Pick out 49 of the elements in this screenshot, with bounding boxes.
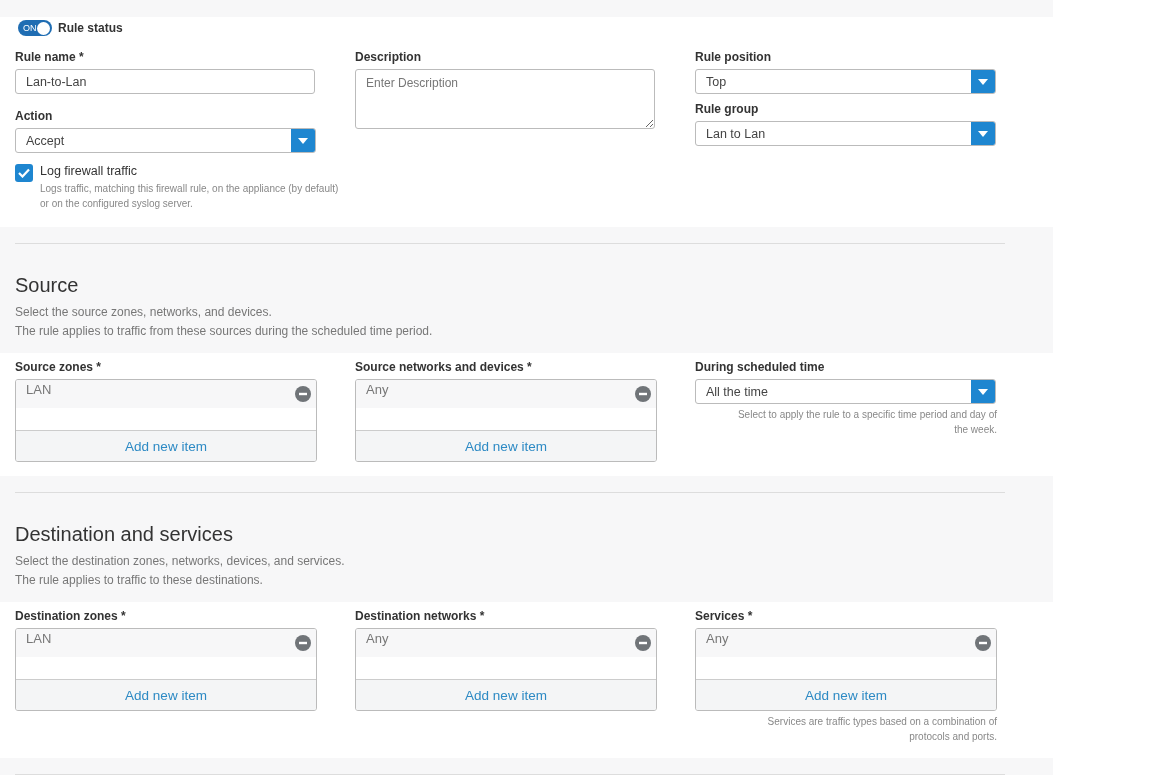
dropdown[interactable]: Accept (15, 128, 316, 153)
help-text: Select to apply the rule to a specific time period and day of the week. (736, 408, 997, 437)
dropdown[interactable]: All the time (695, 379, 996, 404)
add-item-button[interactable]: Add new item (696, 680, 996, 710)
section-title: Destination and services (15, 523, 234, 546)
checkbox-label: Log firewall traffic (40, 164, 139, 178)
field-label: Rule name * (15, 50, 85, 64)
description-textarea[interactable]: Enter Description (355, 69, 655, 129)
remove-icon[interactable] (635, 635, 651, 651)
add-item-button[interactable]: Add new item (356, 680, 656, 710)
section-description: Select the source zones, networks, and devices. (15, 304, 273, 321)
caret-icon (298, 137, 308, 144)
field-label: Rule group (695, 102, 760, 116)
section-description: Select the destination zones, networks, devices, and services. (15, 553, 346, 570)
field-label: Destination networks * (355, 609, 486, 623)
remove-icon[interactable] (975, 635, 991, 651)
dropdown[interactable]: Lan to Lan (695, 121, 996, 146)
add-item-button[interactable]: Add new item (16, 680, 316, 710)
section-description: The rule applies to traffic to these destinations. (15, 572, 264, 589)
caret-icon (978, 78, 988, 85)
text-input[interactable]: Lan-to-Lan (15, 69, 315, 94)
list-item: Any (366, 382, 389, 399)
field-label: Rule position (695, 50, 772, 64)
toggle-switch[interactable]: ON (18, 20, 52, 36)
section-title: Source (15, 274, 80, 297)
field-label: Description (355, 50, 422, 64)
list-item: Any (366, 631, 389, 648)
field-label: During scheduled time (695, 360, 826, 374)
caret-icon (978, 388, 988, 395)
help-text: Logs traffic, matching this firewall rule, on the appliance (by default) or on the configured syslog server. (40, 182, 340, 211)
remove-icon[interactable] (295, 635, 311, 651)
section-description: The rule applies to traffic from these sources during the scheduled time period. (15, 323, 434, 340)
field-label: Source networks and devices * (355, 360, 533, 374)
field-label: Source zones * (15, 360, 103, 374)
remove-icon[interactable] (635, 386, 651, 402)
list-item: LAN (26, 631, 52, 648)
add-item-button[interactable]: Add new item (16, 431, 316, 461)
list-item: Any (706, 631, 729, 648)
add-item-button[interactable]: Add new item (356, 431, 656, 461)
list-item: LAN (26, 382, 52, 399)
help-text: Services are traffic types based on a combination of protocols and ports. (766, 715, 997, 744)
remove-icon[interactable] (295, 386, 311, 402)
field-label: Destination zones * (15, 609, 127, 623)
toggle-label: Rule status (58, 21, 123, 35)
dropdown[interactable]: Top (695, 69, 996, 94)
field-label: Action (15, 109, 54, 123)
checkbox[interactable] (15, 164, 33, 182)
field-label: Services * (695, 609, 754, 623)
caret-icon (978, 130, 988, 137)
